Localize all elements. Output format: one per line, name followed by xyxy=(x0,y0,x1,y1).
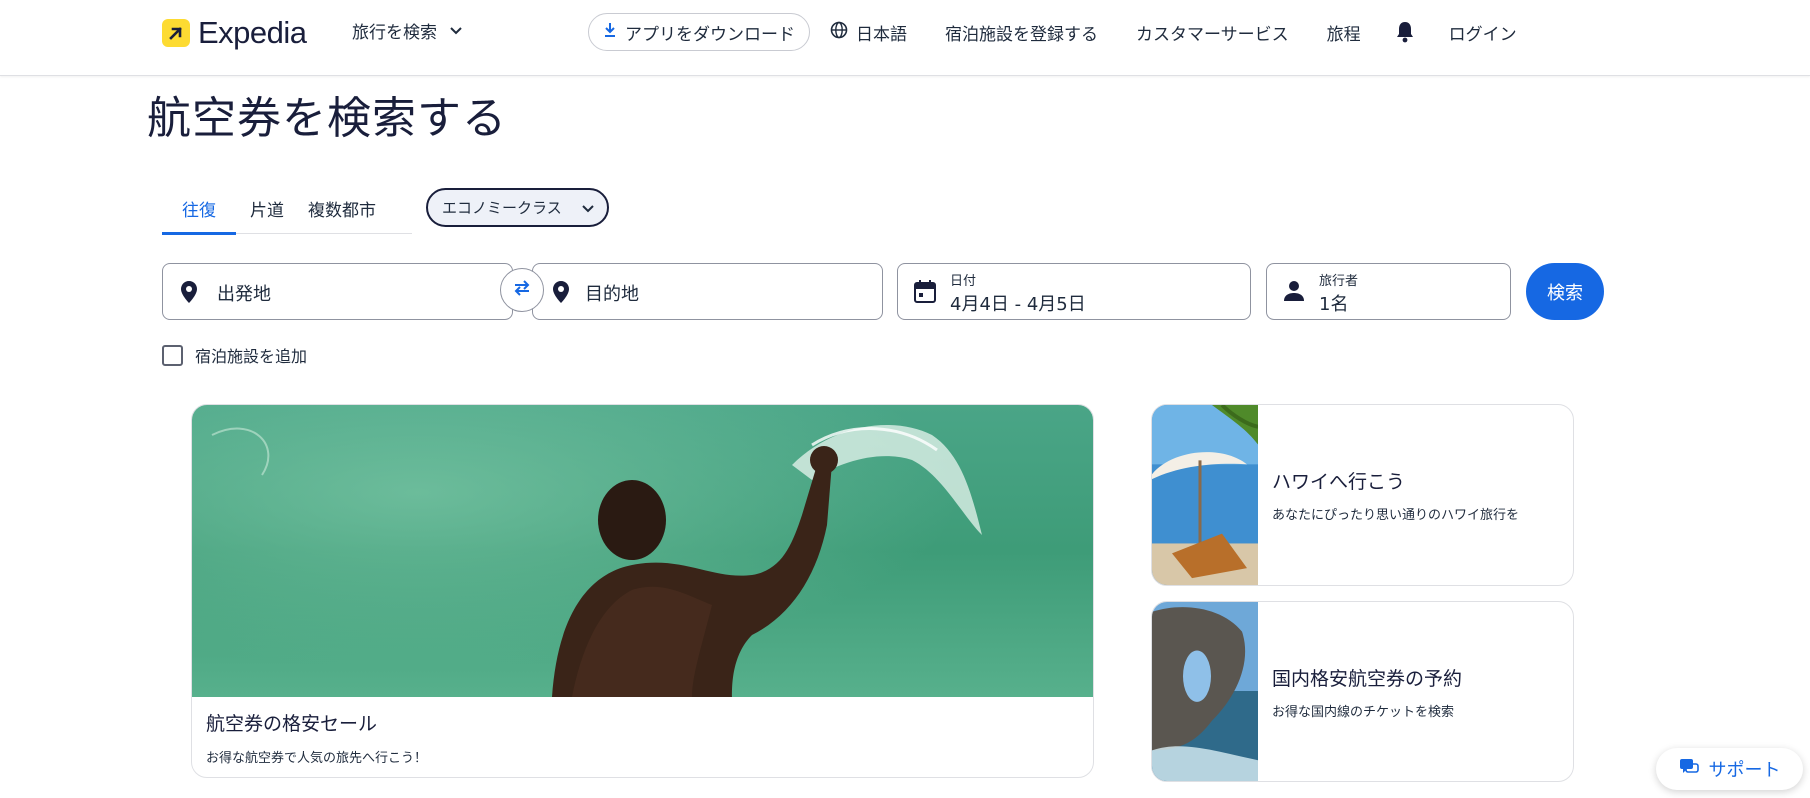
domestic-flights-card[interactable]: 国内格安航空券の予約 お得な国内線のチケットを検索 xyxy=(1151,601,1574,782)
add-stay-checkbox[interactable] xyxy=(162,344,183,366)
travelers-field[interactable]: 旅行者 1名 xyxy=(1266,263,1511,320)
language-selector[interactable]: 日本語 xyxy=(830,20,907,45)
top-header: Expedia 旅行を検索 アプリをダウンロード 日本語 宿泊施設を登録する カ… xyxy=(0,0,1810,76)
page-title: 航空券を検索する xyxy=(147,93,507,144)
login-link[interactable]: ログイン xyxy=(1449,20,1517,45)
dates-field[interactable]: 日付 4月4日 - 4月5日 xyxy=(897,263,1251,320)
cabin-class-select[interactable]: エコノミークラス xyxy=(426,188,609,227)
logo-text: Expedia xyxy=(198,15,307,50)
app-download-label: アプリをダウンロード xyxy=(625,24,795,45)
trip-search-menu[interactable]: 旅行を検索 xyxy=(352,18,463,43)
card-title: 航空券の格安セール xyxy=(206,713,378,735)
swimmer-photo xyxy=(192,405,1093,697)
origin-placeholder: 出発地 xyxy=(217,284,271,305)
trip-search-label: 旅行を検索 xyxy=(352,23,437,43)
chat-icon xyxy=(1679,758,1699,781)
dates-value: 4月4日 - 4月5日 xyxy=(950,294,1086,315)
search-button[interactable]: 検索 xyxy=(1526,263,1604,320)
globe-icon xyxy=(830,21,848,44)
destination-placeholder: 目的地 xyxy=(585,284,639,305)
list-property-label: 宿泊施設を登録する xyxy=(945,24,1098,45)
swap-locations-button[interactable] xyxy=(500,268,544,312)
sea-rock-arch-photo xyxy=(1152,602,1258,781)
trip-type-tabs: 往復 片道 複数都市 xyxy=(162,188,412,235)
trips-label: 旅程 xyxy=(1326,24,1361,45)
dates-label: 日付 xyxy=(950,274,977,289)
bell-icon[interactable] xyxy=(1395,20,1415,44)
support-button[interactable]: サポート xyxy=(1656,748,1803,790)
travelers-value: 1名 xyxy=(1319,294,1349,315)
list-property-link[interactable]: 宿泊施設を登録する xyxy=(945,20,1098,45)
card-title: ハワイへ行こう xyxy=(1272,471,1406,493)
expedia-logo[interactable]: Expedia xyxy=(162,15,307,51)
customer-service-link[interactable]: カスタマーサービス xyxy=(1136,20,1289,45)
origin-field[interactable]: 出発地 xyxy=(162,263,513,320)
flight-sale-card[interactable]: 航空券の格安セール お得な航空券で人気の旅先へ行こう！ xyxy=(191,404,1094,778)
destination-field[interactable]: 目的地 xyxy=(532,263,883,320)
tab-one-way[interactable]: 片道 xyxy=(236,188,298,234)
trips-link[interactable]: 旅程 xyxy=(1327,20,1361,45)
hawaii-card[interactable]: ハワイへ行こう あなたにぴったり思い通りのハワイ旅行を xyxy=(1151,404,1574,586)
app-download-button[interactable]: アプリをダウンロード xyxy=(588,13,810,51)
tab-multi-city[interactable]: 複数都市 xyxy=(298,188,386,234)
chevron-down-icon xyxy=(449,21,463,41)
swap-arrows-icon xyxy=(512,280,532,300)
chevron-down-icon xyxy=(581,199,594,217)
add-stay-label: 宿泊施設を追加 xyxy=(195,347,308,366)
card-subtitle: お得な国内線のチケットを検索 xyxy=(1272,705,1455,720)
login-label: ログイン xyxy=(1448,24,1517,45)
location-pin-icon xyxy=(551,280,571,308)
location-pin-icon xyxy=(179,280,199,308)
expedia-arrow-icon xyxy=(162,19,190,47)
support-label: サポート xyxy=(1708,760,1781,781)
card-title: 国内格安航空券の予約 xyxy=(1272,668,1463,690)
cabin-class-label: エコノミークラス xyxy=(442,199,562,217)
person-icon xyxy=(1283,280,1305,306)
tab-round-trip[interactable]: 往復 xyxy=(162,188,236,235)
beach-umbrella-photo xyxy=(1152,405,1258,585)
customer-service-label: カスタマーサービス xyxy=(1136,24,1289,45)
calendar-icon xyxy=(914,279,936,307)
card-subtitle: あなたにぴったり思い通りのハワイ旅行を xyxy=(1272,508,1520,523)
language-label: 日本語 xyxy=(856,24,907,45)
download-icon xyxy=(603,22,617,43)
card-subtitle: お得な航空券で人気の旅先へ行こう！ xyxy=(206,751,428,766)
add-stay-option[interactable]: 宿泊施設を追加 xyxy=(162,343,307,367)
travelers-label: 旅行者 xyxy=(1319,274,1359,289)
